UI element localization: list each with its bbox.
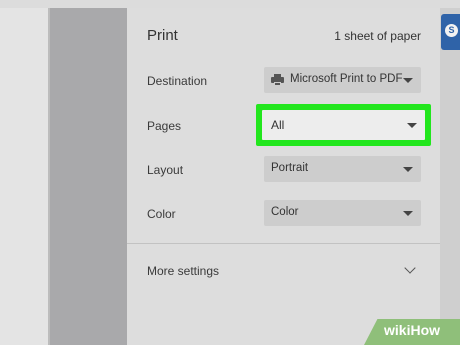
preview-gutter bbox=[50, 8, 127, 345]
destination-label: Destination bbox=[147, 74, 208, 88]
watermark-suffix: How bbox=[410, 322, 441, 338]
layout-value: Portrait bbox=[271, 162, 309, 174]
printer-icon bbox=[271, 74, 284, 86]
watermark-prefix: wiki bbox=[384, 322, 411, 338]
pages-select[interactable]: All bbox=[262, 110, 425, 140]
side-tab[interactable]: S bbox=[441, 14, 460, 50]
chevron-down-icon bbox=[403, 167, 413, 172]
color-select[interactable]: Color bbox=[264, 200, 421, 226]
pages-highlight-box: All bbox=[256, 104, 431, 146]
print-title: Print bbox=[147, 27, 178, 44]
page-preview bbox=[0, 8, 50, 345]
layout-label: Layout bbox=[147, 163, 184, 177]
top-strip bbox=[0, 0, 460, 8]
side-tab-icon: S bbox=[445, 24, 458, 37]
more-settings-toggle[interactable]: More settings bbox=[147, 264, 219, 278]
pages-value: All bbox=[271, 118, 285, 132]
destination-value: Microsoft Print to PDF bbox=[290, 73, 403, 85]
sheet-count: 1 sheet of paper bbox=[334, 29, 421, 43]
color-label: Color bbox=[147, 207, 176, 221]
print-dialog-screen: S Print 1 sheet of paper Destination Mic… bbox=[0, 0, 460, 345]
chevron-down-icon bbox=[403, 78, 413, 83]
layout-select[interactable]: Portrait bbox=[264, 156, 421, 182]
chevron-down-icon bbox=[407, 123, 417, 128]
chevron-down-icon bbox=[403, 211, 413, 216]
color-value: Color bbox=[271, 206, 299, 218]
wikihow-watermark: wikiHow bbox=[384, 322, 440, 338]
divider bbox=[127, 243, 440, 244]
right-strip bbox=[440, 8, 460, 345]
destination-select[interactable]: Microsoft Print to PDF bbox=[264, 67, 421, 93]
pages-label: Pages bbox=[147, 119, 182, 133]
